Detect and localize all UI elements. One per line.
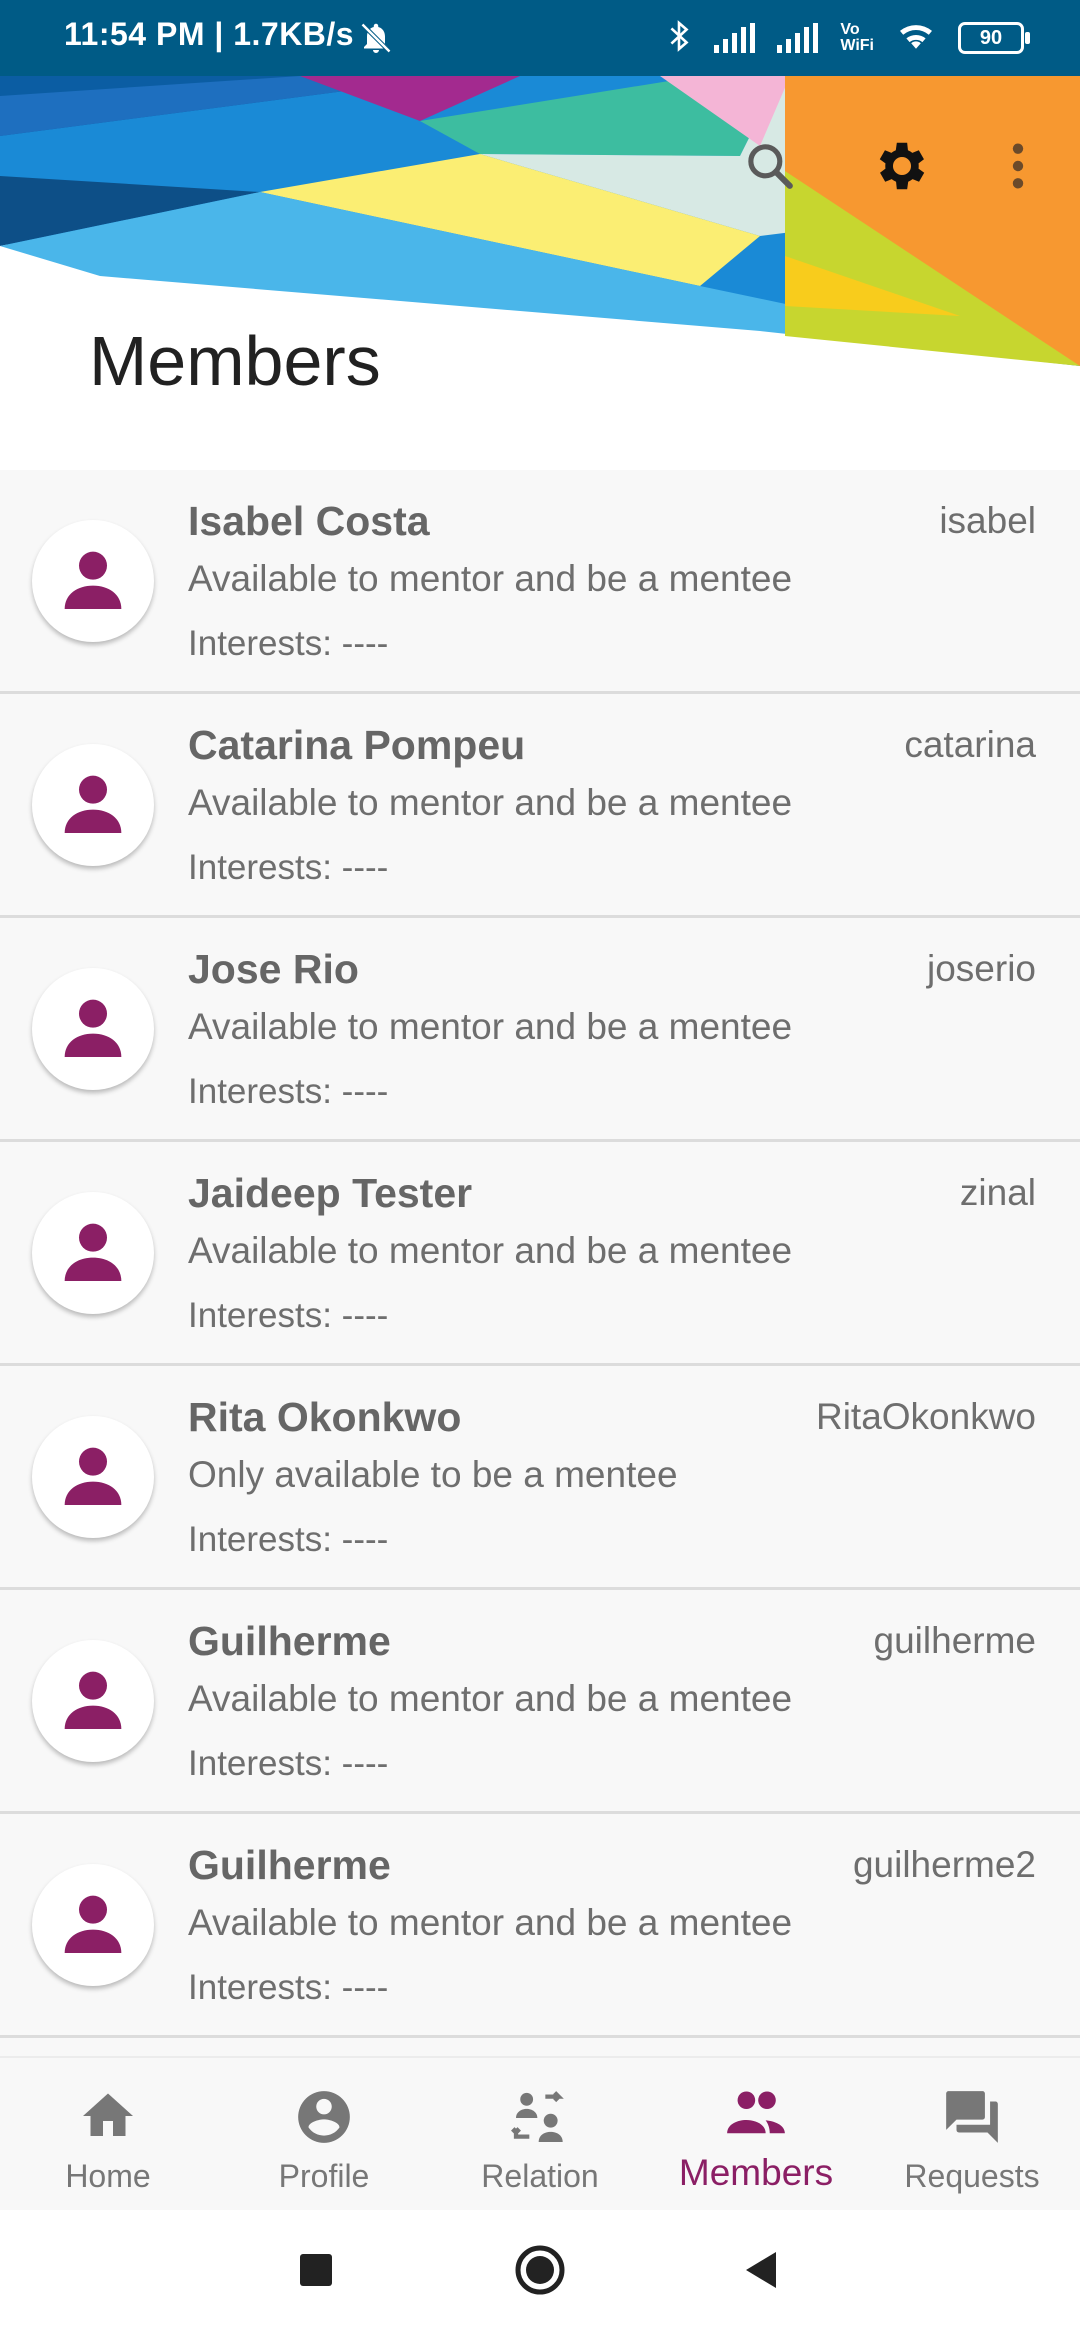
recents-button[interactable] — [296, 2250, 336, 2295]
settings-gear-icon — [871, 135, 933, 202]
group-icon — [723, 2086, 789, 2147]
member-availability: Available to mentor and be a mentee — [188, 782, 793, 823]
nav-label: Profile — [278, 2158, 370, 2194]
member-row[interactable]: Jose Rio joserio Available to mentor and… — [0, 918, 1080, 1142]
person-icon — [53, 987, 133, 1072]
member-availability: Available to mentor and be a mentee — [188, 1230, 793, 1271]
system-navigation-bar — [0, 2210, 1080, 2340]
more-vertical-icon — [1008, 140, 1028, 197]
status-icons: Vo WiFi 90 — [666, 18, 1030, 58]
avatar — [32, 1192, 154, 1314]
forum-icon — [941, 2086, 1003, 2153]
member-row[interactable]: Guilherme guilherme2 Available to mentor… — [0, 1814, 1080, 2038]
member-name: Rita Okonkwo — [188, 1394, 462, 1440]
member-interests: Interests: ---- — [188, 1296, 389, 1335]
nav-item-requests[interactable]: Requests — [864, 2058, 1080, 2212]
member-availability: Available to mentor and be a mentee — [188, 558, 793, 599]
avatar — [32, 1640, 154, 1762]
person-icon — [53, 1211, 133, 1296]
nav-label: Home — [65, 2158, 151, 2194]
member-username: joserio — [927, 948, 1036, 989]
bluetooth-icon — [666, 19, 692, 58]
member-interests: Interests: ---- — [188, 1968, 389, 2007]
person-icon — [53, 539, 133, 624]
member-username: isabel — [939, 500, 1036, 541]
search-button[interactable] — [730, 128, 810, 208]
avatar — [32, 744, 154, 866]
member-availability: Available to mentor and be a mentee — [188, 1902, 793, 1943]
avatar — [32, 1864, 154, 1986]
nav-item-relation[interactable]: Relation — [432, 2058, 648, 2212]
avatar — [32, 968, 154, 1090]
member-username: RitaOkonkwo — [815, 1396, 1036, 1437]
nav-label: Members — [678, 2152, 834, 2193]
bottom-navigation: Home Profile Relation Members Requests — [0, 2056, 1080, 2212]
member-name: Guilherme — [188, 1618, 391, 1664]
home-system-button[interactable] — [512, 2242, 568, 2303]
member-name: Jose Rio — [188, 946, 359, 992]
nav-item-home[interactable]: Home — [0, 2058, 216, 2212]
status-time: 11:54 PM | 1.7KB/s — [64, 16, 355, 52]
back-triangle-icon — [740, 2252, 784, 2296]
circle-icon — [512, 2245, 568, 2302]
person-icon — [53, 1659, 133, 1744]
avatar — [32, 520, 154, 642]
relation-icon — [508, 2086, 572, 2155]
member-name: Jaideep Tester — [188, 1170, 473, 1216]
app-header: Members — [0, 76, 1080, 470]
member-availability: Available to mentor and be a mentee — [188, 1006, 793, 1047]
signal-icon-2 — [777, 23, 819, 53]
member-interests: Interests: ---- — [188, 624, 389, 663]
avatar — [32, 1416, 154, 1538]
person-icon — [53, 1883, 133, 1968]
member-interests: Interests: ---- — [188, 1072, 389, 1111]
member-username: guilherme2 — [852, 1844, 1036, 1885]
square-icon — [296, 2254, 336, 2294]
back-button[interactable] — [740, 2248, 784, 2297]
battery-icon: 90 — [958, 22, 1030, 54]
wifi-icon — [896, 20, 936, 57]
more-options-button[interactable] — [978, 128, 1058, 208]
member-username: guilherme — [873, 1620, 1036, 1661]
member-row[interactable]: Isabel Costa isabel Available to mentor … — [0, 470, 1080, 694]
status-bar: 11:54 PM | 1.7KB/s Vo WiFi 90 — [0, 0, 1080, 76]
mute-icon — [358, 20, 394, 61]
account-circle-icon — [293, 2086, 355, 2153]
member-username: zinal — [959, 1172, 1036, 1213]
member-interests: Interests: ---- — [188, 1520, 389, 1559]
member-row[interactable]: Jaideep Tester zinal Available to mentor… — [0, 1142, 1080, 1366]
member-username: catarina — [904, 724, 1036, 765]
member-name: Catarina Pompeu — [188, 722, 526, 768]
settings-button[interactable] — [862, 128, 942, 208]
member-availability: Only available to be a mentee — [188, 1454, 678, 1495]
member-availability: Available to mentor and be a mentee — [188, 1678, 793, 1719]
members-list[interactable]: Isabel Costa isabel Available to mentor … — [0, 470, 1080, 2056]
member-name: Guilherme — [188, 1842, 391, 1888]
nav-label: Relation — [481, 2158, 599, 2194]
member-name: Isabel Costa — [188, 498, 430, 544]
home-icon — [78, 2086, 138, 2151]
nav-item-members[interactable]: Members — [648, 2058, 864, 2212]
page-title: Members — [89, 322, 381, 400]
vowifi-icon: Vo WiFi — [840, 21, 874, 54]
member-interests: Interests: ---- — [188, 1744, 389, 1783]
nav-label: Requests — [904, 2158, 1040, 2194]
member-row[interactable]: Catarina Pompeu catarina Available to me… — [0, 694, 1080, 918]
member-interests: Interests: ---- — [188, 848, 389, 887]
member-row[interactable]: Rita Okonkwo RitaOkonkwo Only available … — [0, 1366, 1080, 1590]
signal-icon — [714, 23, 756, 53]
member-row[interactable]: Guilherme guilherme Available to mentor … — [0, 1590, 1080, 1814]
search-icon — [742, 138, 798, 199]
nav-item-profile[interactable]: Profile — [216, 2058, 432, 2212]
person-icon — [53, 1435, 133, 1520]
person-icon — [53, 763, 133, 848]
